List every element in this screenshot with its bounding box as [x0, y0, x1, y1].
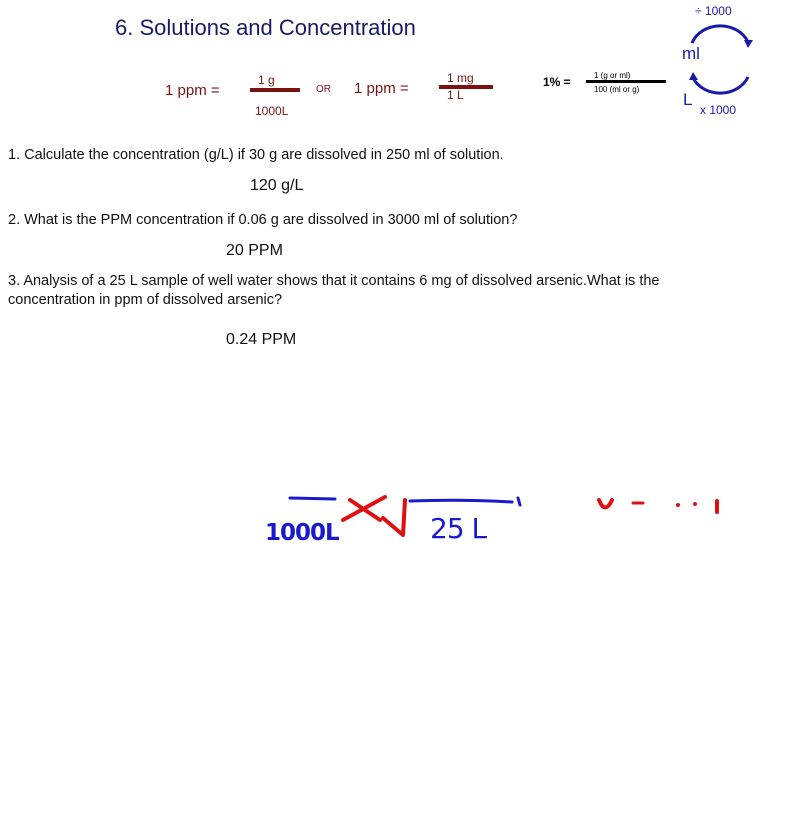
handwritten-fraction-bar-right: [408, 498, 514, 504]
handwritten-mark: [597, 498, 614, 510]
handwritten-denominator-left: 1000L: [265, 520, 340, 546]
handwritten-denominator-right: 25 L: [430, 512, 487, 545]
handwriting-layer: [288, 495, 719, 537]
handwritten-mark: [516, 496, 522, 507]
handwritten-check-icon: [381, 498, 407, 537]
handwritten-fraction-bar-left: [288, 496, 337, 501]
